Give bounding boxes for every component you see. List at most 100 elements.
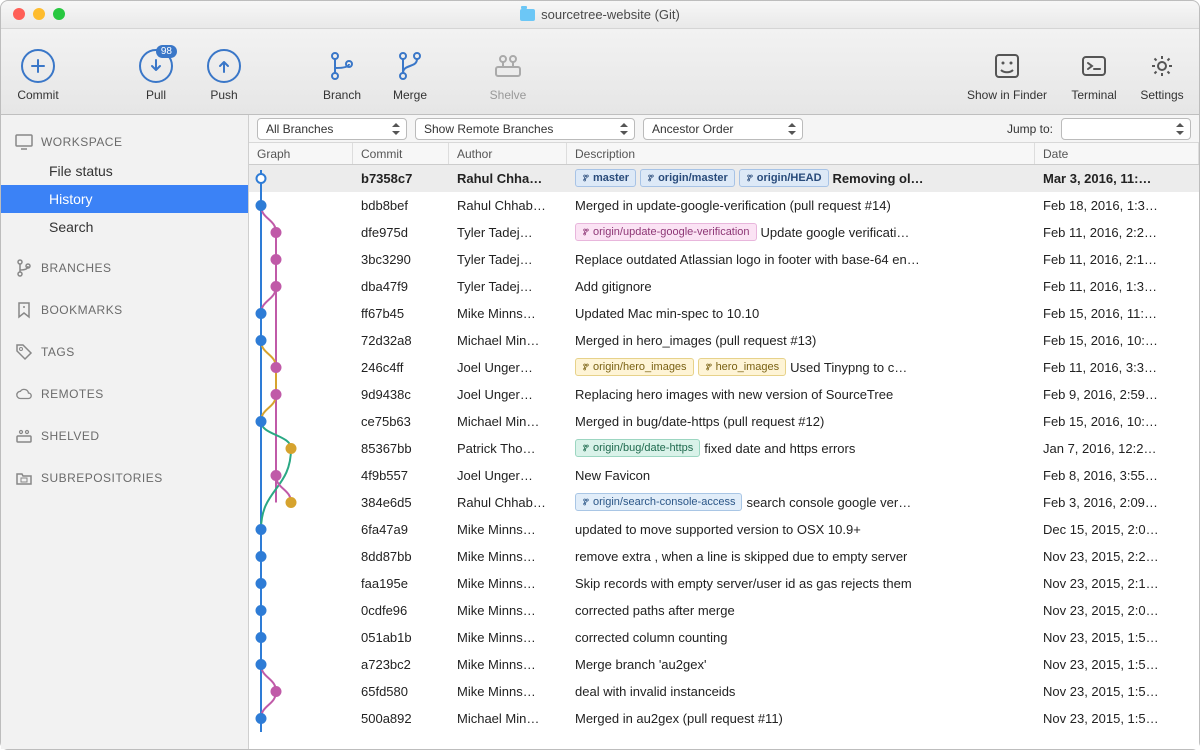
table-row[interactable]: 0cdfe96Mike Minns…corrected paths after … (249, 597, 1199, 624)
table-row[interactable]: 384e6d5Rahul Chhab…origin/search-console… (249, 489, 1199, 516)
table-row[interactable]: 9d9438cJoel Unger…Replacing hero images … (249, 381, 1199, 408)
commit-author: Michael Min… (449, 711, 567, 726)
sidebar-shelved-header[interactable]: SHELVED (1, 421, 248, 451)
commit-date: Feb 18, 2016, 1:3… (1035, 198, 1199, 213)
commit-date: Nov 23, 2015, 1:5… (1035, 711, 1199, 726)
commit-author: Rahul Chha… (449, 171, 567, 186)
table-row[interactable]: 500a892Michael Min…Merged in au2gex (pul… (249, 705, 1199, 732)
sidebar-tags-header[interactable]: TAGS (1, 337, 248, 367)
commit-description: Merged in au2gex (pull request #11) (567, 711, 1035, 726)
sidebar-item-history[interactable]: History (1, 185, 248, 213)
main-panel: All Branches Show Remote Branches Ancest… (249, 115, 1199, 749)
table-row[interactable]: dba47f9Tyler Tadej…Add gitignoreFeb 11, … (249, 273, 1199, 300)
commit-hash: b7358c7 (353, 171, 449, 186)
col-header-author[interactable]: Author (449, 143, 567, 164)
table-row[interactable]: ff67b45Mike Minns…Updated Mac min-spec t… (249, 300, 1199, 327)
commit-description: origin/update-google-verificationUpdate … (567, 223, 1035, 241)
sidebar-branches-header[interactable]: BRANCHES (1, 253, 248, 283)
commit-author: Tyler Tadej… (449, 252, 567, 267)
branch-tag[interactable]: hero_images (698, 358, 787, 376)
remote-branches-select[interactable]: Show Remote Branches (415, 118, 635, 140)
commit-description: New Favicon (567, 468, 1035, 483)
table-row[interactable]: 051ab1bMike Minns… corrected column coun… (249, 624, 1199, 651)
sidebar-workspace-header[interactable]: WORKSPACE (1, 127, 248, 157)
branch-tag[interactable]: origin/search-console-access (575, 493, 742, 511)
table-row[interactable]: 3bc3290Tyler Tadej…Replace outdated Atla… (249, 246, 1199, 273)
commit-author: Patrick Tho… (449, 441, 567, 456)
branch-tag[interactable]: origin/HEAD (739, 169, 829, 187)
commit-button[interactable]: Commit (9, 41, 67, 102)
table-row[interactable]: 6fa47a9Mike Minns…updated to move suppor… (249, 516, 1199, 543)
table-row[interactable]: 246c4ffJoel Unger…origin/hero_imageshero… (249, 354, 1199, 381)
commit-hash: 85367bb (353, 441, 449, 456)
settings-button[interactable]: Settings (1133, 41, 1191, 102)
show-in-finder-button[interactable]: Show in Finder (959, 41, 1055, 102)
col-header-date[interactable]: Date (1035, 143, 1199, 164)
table-row[interactable]: b7358c7Rahul Chha… masterorigin/masterori… (249, 165, 1199, 192)
close-window-button[interactable] (13, 8, 25, 20)
shelve-icon (491, 49, 525, 83)
zoom-window-button[interactable] (53, 8, 65, 20)
branches-select[interactable]: All Branches (257, 118, 407, 140)
commit-author: Mike Minns… (449, 522, 567, 537)
commit-description: deal with invalid instanceids (567, 684, 1035, 699)
toolbar: Commit 98 Pull Push (1, 29, 1199, 115)
col-header-graph[interactable]: Graph (249, 143, 353, 164)
sidebar-item-file-status[interactable]: File status (1, 157, 248, 185)
commit-date: Nov 23, 2015, 2:2… (1035, 549, 1199, 564)
col-header-commit[interactable]: Commit (353, 143, 449, 164)
commit-date: Nov 23, 2015, 1:5… (1035, 657, 1199, 672)
table-row[interactable]: dfe975dTyler Tadej…origin/update-google-… (249, 219, 1199, 246)
table-row[interactable]: 72d32a8Michael Min…Merged in hero_images… (249, 327, 1199, 354)
table-row[interactable]: 65fd580Mike Minns…deal with invalid inst… (249, 678, 1199, 705)
jump-to-field[interactable] (1061, 118, 1191, 140)
commit-date: Feb 11, 2016, 1:3… (1035, 279, 1199, 294)
commit-date: Feb 9, 2016, 2:59… (1035, 387, 1199, 402)
commit-hash: 9d9438c (353, 387, 449, 402)
commit-hash: 246c4ff (353, 360, 449, 375)
order-select[interactable]: Ancestor Order (643, 118, 803, 140)
table-row[interactable]: a723bc2Mike Minns…Merge branch 'au2gex'N… (249, 651, 1199, 678)
merge-icon (393, 49, 427, 83)
branch-button[interactable]: Branch (313, 41, 371, 102)
terminal-button[interactable]: Terminal (1065, 41, 1123, 102)
commit-hash: ce75b63 (353, 414, 449, 429)
col-header-description[interactable]: Description (567, 143, 1035, 164)
commit-date: Mar 3, 2016, 11:… (1035, 171, 1199, 186)
push-button[interactable]: Push (195, 41, 253, 102)
pull-button[interactable]: 98 Pull (127, 41, 185, 102)
table-row[interactable]: ce75b63Michael Min…Merged in bug/date-ht… (249, 408, 1199, 435)
folder-icon (520, 9, 535, 21)
table-row[interactable]: 8dd87bbMike Minns…remove extra , when a … (249, 543, 1199, 570)
minimize-window-button[interactable] (33, 8, 45, 20)
branch-tag[interactable]: origin/master (640, 169, 735, 187)
merge-button[interactable]: Merge (381, 41, 439, 102)
sidebar-bookmarks-header[interactable]: BOOKMARKS (1, 295, 248, 325)
sidebar-remotes-header[interactable]: REMOTES (1, 379, 248, 409)
commit-author: Mike Minns… (449, 549, 567, 564)
sidebar-subrepos-header[interactable]: SUBREPOSITORIES (1, 463, 248, 493)
pull-badge: 98 (156, 45, 177, 58)
commit-description: Merge branch 'au2gex' (567, 657, 1035, 672)
commit-author: Mike Minns… (449, 630, 567, 645)
table-row[interactable]: bdb8befRahul Chhab…Merged in update-goog… (249, 192, 1199, 219)
commit-hash: bdb8bef (353, 198, 449, 213)
commit-description: origin/search-console-accesssearch conso… (567, 493, 1035, 511)
branch-tag[interactable]: master (575, 169, 636, 187)
table-row[interactable]: faa195eMike Minns…Skip records with empt… (249, 570, 1199, 597)
commit-description: Merged in hero_images (pull request #13) (567, 333, 1035, 348)
commit-list[interactable]: b7358c7Rahul Chha…masterorigin/masterori… (249, 165, 1199, 749)
commit-description: Skip records with empty server/user id a… (567, 576, 1035, 591)
shelve-button[interactable]: Shelve (479, 41, 537, 102)
sidebar-item-search[interactable]: Search (1, 213, 248, 241)
gear-icon (1145, 49, 1179, 83)
commit-description: Replace outdated Atlassian logo in foote… (567, 252, 1035, 267)
commit-description: masterorigin/masterorigin/HEADRemoving o… (567, 169, 1035, 187)
table-row[interactable]: 4f9b557Joel Unger…New FaviconFeb 8, 2016… (249, 462, 1199, 489)
branch-tag[interactable]: origin/hero_images (575, 358, 694, 376)
branch-tag[interactable]: origin/update-google-verification (575, 223, 757, 241)
commit-description: origin/hero_imageshero_imagesUsed Tinypn… (567, 358, 1035, 376)
branch-tag[interactable]: origin/bug/date-https (575, 439, 700, 457)
table-row[interactable]: 85367bbPatrick Tho… origin/bug/date-https… (249, 435, 1199, 462)
commit-date: Feb 15, 2016, 11:… (1035, 306, 1199, 321)
